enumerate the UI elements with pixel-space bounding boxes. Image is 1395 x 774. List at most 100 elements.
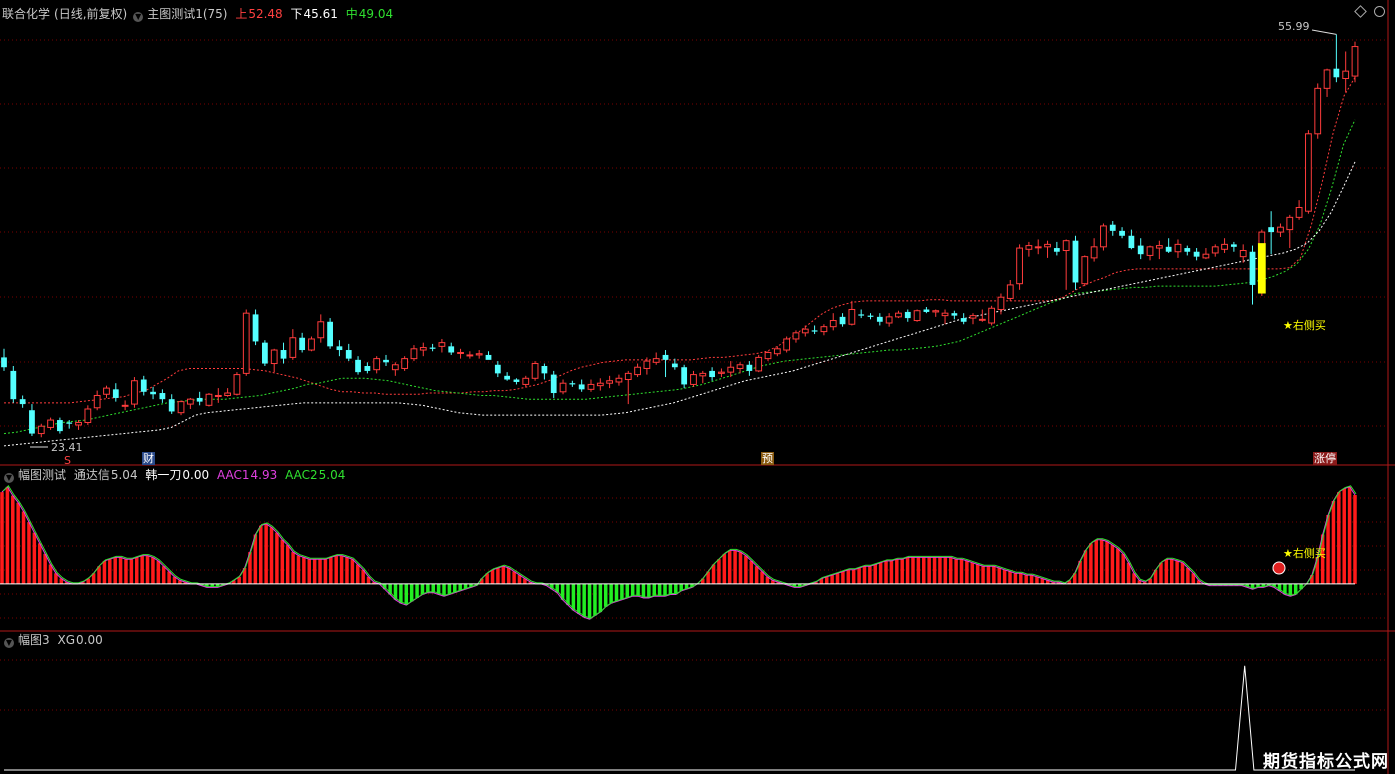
candle-body bbox=[596, 382, 604, 387]
candle-body bbox=[1155, 245, 1163, 249]
event-badge-s[interactable]: S bbox=[63, 454, 72, 467]
buy-signal-label: ★右侧买 bbox=[1283, 319, 1326, 332]
aac1-label: AAC1 bbox=[216, 468, 250, 482]
close-circle-icon[interactable] bbox=[1374, 6, 1385, 17]
candle-body bbox=[858, 314, 865, 316]
candle-body bbox=[634, 366, 641, 376]
event-badge-yu[interactable]: 预 bbox=[761, 452, 774, 465]
candle-body bbox=[513, 379, 520, 382]
signal-ball-icon bbox=[1272, 561, 1286, 575]
sub2-name[interactable]: 幅图3 bbox=[18, 633, 50, 647]
watermark: 期货指标公式网 bbox=[1263, 752, 1389, 772]
candle-body bbox=[308, 338, 315, 351]
candle-body bbox=[727, 366, 735, 373]
candle-body bbox=[569, 383, 576, 385]
candle-body bbox=[103, 387, 110, 395]
candle-body bbox=[606, 380, 614, 384]
candle-body bbox=[681, 367, 688, 385]
candle-body bbox=[159, 393, 166, 400]
candle-body bbox=[978, 318, 986, 321]
candle-body bbox=[960, 318, 967, 322]
candle-body bbox=[652, 358, 660, 363]
candle-body bbox=[1044, 243, 1051, 248]
indicator-name[interactable]: 主图测试1(75) bbox=[147, 7, 227, 21]
candle-body bbox=[1109, 224, 1116, 231]
candle-body bbox=[522, 377, 530, 385]
candle-body bbox=[951, 313, 958, 316]
candle-body bbox=[150, 391, 156, 395]
candle-body bbox=[932, 310, 940, 313]
candle-body bbox=[1062, 240, 1070, 252]
candle-body bbox=[504, 375, 511, 380]
candle-body bbox=[1053, 248, 1060, 252]
candle-body bbox=[904, 311, 911, 319]
period-label[interactable]: (日线,前复权) bbox=[54, 7, 127, 21]
chart-canvas[interactable] bbox=[0, 0, 1395, 774]
candle-body bbox=[466, 354, 474, 357]
candle-body bbox=[485, 354, 492, 360]
candle-body bbox=[624, 372, 632, 381]
candle-body bbox=[1034, 246, 1042, 249]
xg-label: XG bbox=[57, 633, 75, 647]
candle-body bbox=[895, 312, 902, 318]
candle-body bbox=[19, 399, 26, 405]
candle-body bbox=[448, 346, 455, 353]
candle-body bbox=[1286, 216, 1294, 231]
candle-body bbox=[1230, 244, 1237, 247]
candle-body bbox=[913, 310, 921, 322]
candle-body bbox=[876, 316, 883, 322]
candle-body bbox=[773, 348, 781, 355]
candle-body bbox=[1333, 68, 1340, 78]
candle-body bbox=[429, 347, 436, 349]
xg-value: 0.00 bbox=[76, 633, 103, 647]
sub2-dropdown-icon[interactable]: ▼ bbox=[4, 638, 14, 648]
candle-body bbox=[671, 363, 678, 368]
candle-body bbox=[801, 328, 809, 334]
candle-body bbox=[988, 307, 996, 324]
candle-body bbox=[57, 420, 63, 432]
upper-value: 52.48 bbox=[248, 7, 283, 21]
sub1-name[interactable]: 幅图测试 bbox=[18, 468, 66, 482]
candle-body bbox=[494, 364, 501, 374]
candle-body bbox=[168, 399, 175, 412]
candle-body bbox=[969, 315, 977, 319]
candle-body bbox=[1006, 284, 1014, 299]
aac2-value: 5.04 bbox=[318, 468, 346, 482]
candle-body bbox=[1221, 243, 1228, 250]
candle-body bbox=[345, 350, 352, 359]
event-badge-cai[interactable]: 财 bbox=[142, 452, 155, 465]
candle-body bbox=[1128, 235, 1135, 249]
candle-body bbox=[662, 354, 669, 360]
candle-body bbox=[615, 377, 623, 383]
candle-body bbox=[867, 315, 874, 317]
candle-body bbox=[261, 342, 268, 364]
candle-body bbox=[336, 346, 343, 351]
candle-body bbox=[93, 394, 101, 409]
mid-value: 49.04 bbox=[358, 7, 394, 21]
candle-body bbox=[280, 350, 287, 359]
candle-body bbox=[131, 380, 138, 405]
candle-body bbox=[820, 326, 828, 333]
candle-body bbox=[718, 371, 725, 374]
candle-body bbox=[289, 337, 297, 358]
candle-body bbox=[1146, 246, 1154, 256]
candle-body bbox=[1249, 251, 1256, 285]
candle-body bbox=[1211, 246, 1219, 254]
event-badge-zt[interactable]: 涨停 bbox=[1313, 452, 1337, 465]
candle-body bbox=[410, 348, 418, 360]
candle-body bbox=[1, 357, 7, 368]
candle-body bbox=[829, 320, 837, 328]
candle-body bbox=[401, 358, 409, 369]
candle-body bbox=[1314, 87, 1322, 135]
candle-body bbox=[1295, 207, 1303, 218]
candle-body bbox=[1174, 243, 1182, 253]
candle-body bbox=[47, 419, 54, 428]
candle-body bbox=[84, 408, 92, 424]
aac2-label: AAC2 bbox=[285, 468, 318, 482]
stock-name[interactable]: 联合化学 bbox=[2, 7, 50, 21]
sub1-dropdown-icon[interactable]: ▼ bbox=[4, 473, 14, 483]
indicator-dropdown-icon[interactable]: ▼ bbox=[133, 12, 144, 22]
signal-bar bbox=[1257, 243, 1266, 294]
tdx-value: 5.04 bbox=[110, 468, 138, 482]
candle-body bbox=[578, 384, 585, 390]
